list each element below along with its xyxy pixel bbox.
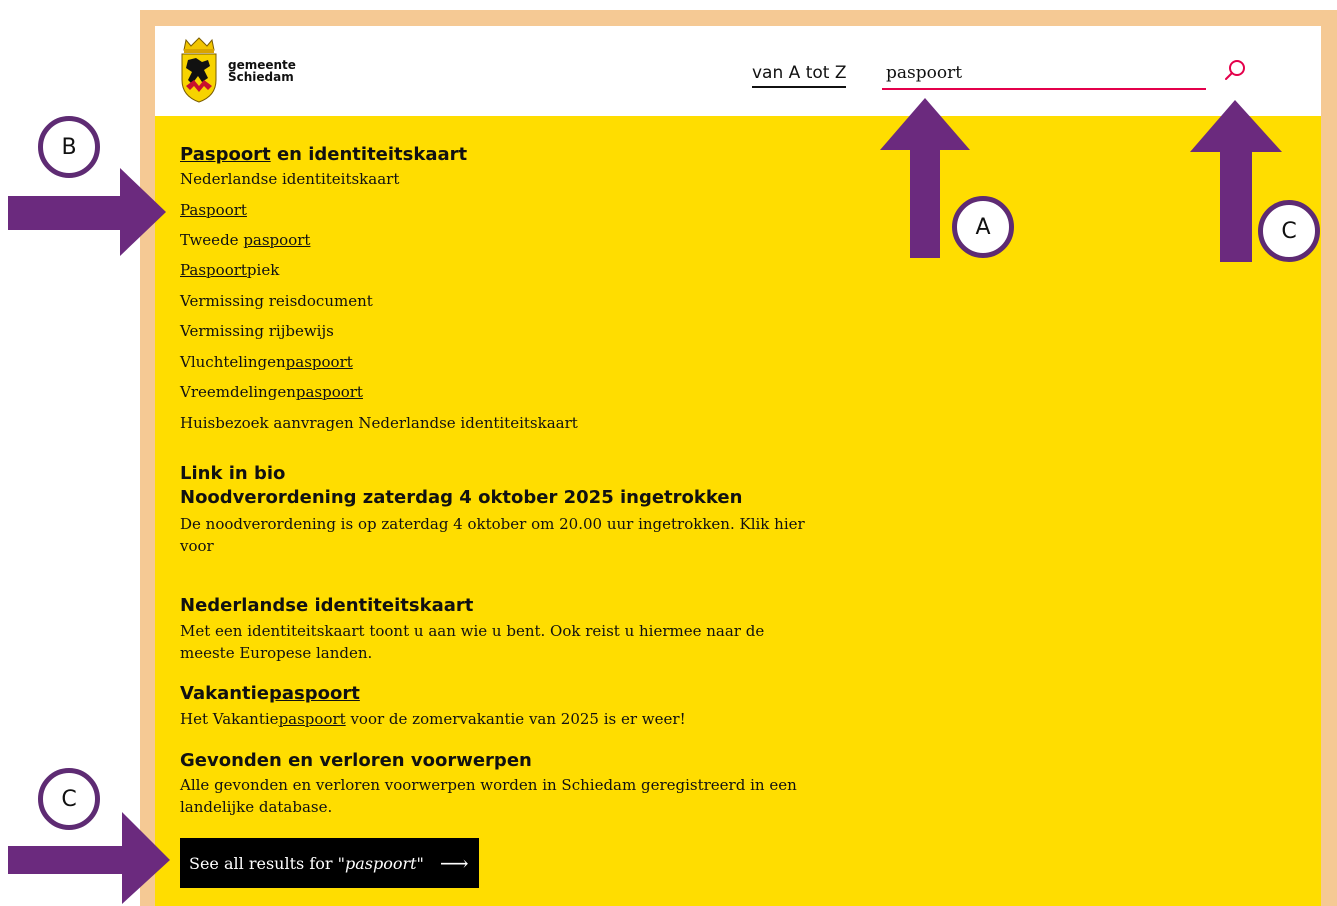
annotation-arrow-left-bottom (8, 812, 170, 904)
callout-c-bottom: C (38, 768, 100, 830)
callout-a: A (952, 196, 1014, 258)
callout-b: B (38, 116, 100, 178)
annotation-arrow-left-top (8, 168, 166, 256)
callout-c-top: C (1258, 200, 1320, 262)
annotation-layer (8, 98, 1282, 904)
